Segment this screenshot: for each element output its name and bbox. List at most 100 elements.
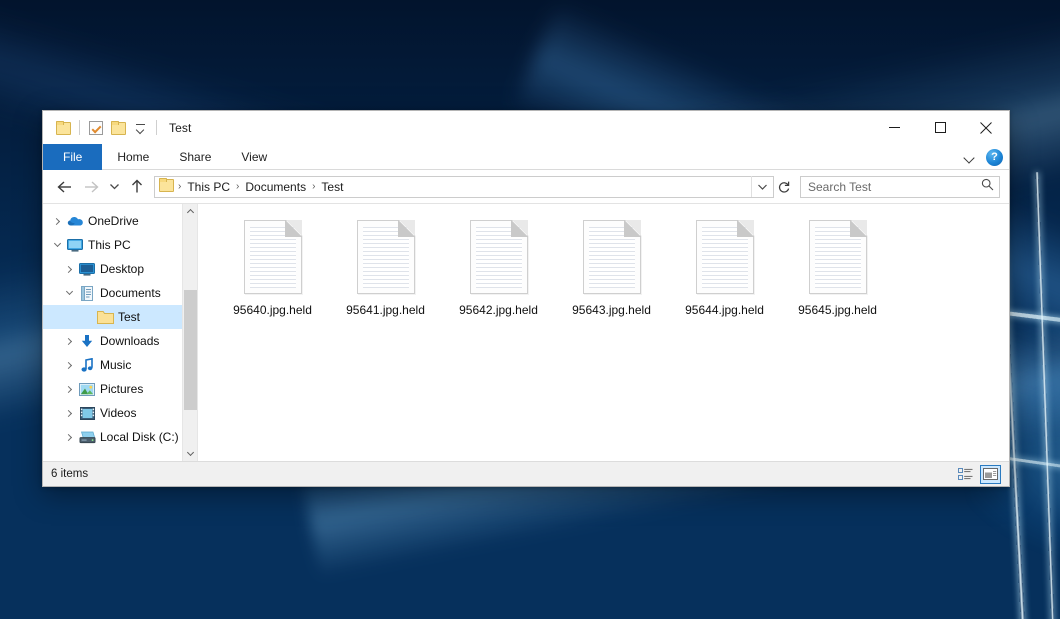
new-folder-icon[interactable] <box>107 117 129 139</box>
sidebar-item-label: Local Disk (C:) <box>100 430 179 444</box>
back-button[interactable] <box>52 174 78 200</box>
file-item[interactable]: 95643.jpg.held <box>555 218 668 317</box>
maximize-button[interactable] <box>917 111 963 144</box>
sidebar-item-documents[interactable]: Documents <box>43 281 197 305</box>
search-input[interactable] <box>808 180 981 194</box>
file-grid: 95640.jpg.held 95641.jpg.held <box>216 218 1009 317</box>
chevron-right-icon[interactable] <box>61 329 77 353</box>
generic-file-icon <box>470 220 528 294</box>
toolbar-separator <box>79 120 80 135</box>
file-explorer-window: Test File Home Share View ? <box>42 110 1010 487</box>
address-dropdown-chevron-down-icon[interactable] <box>751 176 773 197</box>
file-name: 95640.jpg.held <box>233 303 312 317</box>
chevron-right-icon[interactable] <box>61 425 77 449</box>
status-bar: 6 items <box>43 461 1009 486</box>
sidebar-item-label: Pictures <box>100 382 143 396</box>
file-name: 95645.jpg.held <box>798 303 877 317</box>
window-title: Test <box>169 121 191 135</box>
window-controls <box>871 111 1009 144</box>
sidebar-item-pictures[interactable]: Pictures <box>43 377 197 401</box>
documents-icon <box>77 286 97 301</box>
sidebar-item-label: This PC <box>88 238 131 252</box>
breadcrumb-test[interactable]: Test <box>317 180 347 194</box>
monitor-icon <box>65 239 85 252</box>
sidebar-item-local-disk-c[interactable]: Local Disk (C:) <box>43 425 197 449</box>
tab-view[interactable]: View <box>226 144 282 170</box>
sidebar-item-label: Documents <box>100 286 161 300</box>
file-item[interactable]: 95642.jpg.held <box>442 218 555 317</box>
breadcrumb-folder-icon <box>159 178 174 196</box>
large-icons-view-button[interactable] <box>980 465 1001 484</box>
scroll-down-chevron-down-icon[interactable] <box>183 446 198 461</box>
details-view-button[interactable] <box>955 465 976 484</box>
breadcrumb-separator: › <box>234 181 241 192</box>
twisty-placeholder <box>79 305 95 329</box>
navigation-pane: OneDrive This PC <box>43 204 198 461</box>
file-name: 95644.jpg.held <box>685 303 764 317</box>
file-item[interactable]: 95644.jpg.held <box>668 218 781 317</box>
sidebar-item-music[interactable]: Music <box>43 353 197 377</box>
generic-file-icon <box>809 220 867 294</box>
up-button[interactable] <box>124 174 150 200</box>
breadcrumb-documents[interactable]: Documents <box>241 180 310 194</box>
chevron-down-icon[interactable] <box>61 281 77 305</box>
forward-button[interactable] <box>78 174 104 200</box>
sidebar-item-label: OneDrive <box>88 214 139 228</box>
sidebar-item-onedrive[interactable]: OneDrive <box>43 209 197 233</box>
breadcrumb-this-pc[interactable]: This PC <box>183 180 234 194</box>
generic-file-icon <box>696 220 754 294</box>
close-button[interactable] <box>963 111 1009 144</box>
ribbon-tab-bar: File Home Share View ? <box>43 144 1009 170</box>
breadcrumb-separator: › <box>310 181 317 192</box>
explorer-folder-icon[interactable] <box>52 117 74 139</box>
chevron-right-icon[interactable] <box>61 257 77 281</box>
properties-icon[interactable] <box>85 117 107 139</box>
sidebar-item-this-pc[interactable]: This PC <box>43 233 197 257</box>
ribbon-right-controls: ? <box>963 144 1003 170</box>
address-bar-row: › This PC › Documents › Test <box>43 170 1009 203</box>
file-name: 95643.jpg.held <box>572 303 651 317</box>
search-icon[interactable] <box>981 178 994 196</box>
expand-ribbon-chevron-down-icon[interactable] <box>963 151 976 164</box>
sidebar-scrollbar[interactable] <box>182 204 197 461</box>
item-count-label: 6 items <box>51 468 88 480</box>
sidebar-item-downloads[interactable]: Downloads <box>43 329 197 353</box>
chevron-right-icon[interactable] <box>61 401 77 425</box>
sidebar-item-label: Downloads <box>100 334 159 348</box>
search-box[interactable] <box>800 176 1000 198</box>
toolbar-separator <box>156 120 157 135</box>
tab-file[interactable]: File <box>43 144 102 170</box>
chevron-down-icon[interactable] <box>129 117 151 139</box>
recent-locations-chevron-down-icon[interactable] <box>104 174 124 200</box>
scroll-up-chevron-up-icon[interactable] <box>183 204 198 219</box>
download-icon <box>77 334 97 349</box>
file-item[interactable]: 95640.jpg.held <box>216 218 329 317</box>
breadcrumb-separator: › <box>176 181 183 192</box>
chevron-down-icon[interactable] <box>49 233 65 257</box>
cloud-icon <box>65 215 85 227</box>
chevron-right-icon[interactable] <box>61 353 77 377</box>
sidebar-item-label: Music <box>100 358 131 372</box>
folder-icon <box>95 310 115 324</box>
sidebar-item-test[interactable]: Test <box>43 305 197 329</box>
tab-home[interactable]: Home <box>102 144 164 170</box>
desktop-icon <box>77 263 97 276</box>
sidebar-item-videos[interactable]: Videos <box>43 401 197 425</box>
file-item[interactable]: 95645.jpg.held <box>781 218 894 317</box>
scrollbar-thumb[interactable] <box>184 290 197 410</box>
refresh-button[interactable] <box>774 174 794 200</box>
address-bar[interactable]: › This PC › Documents › Test <box>154 176 774 198</box>
tab-share[interactable]: Share <box>164 144 226 170</box>
file-name: 95641.jpg.held <box>346 303 425 317</box>
sidebar-item-label: Desktop <box>100 262 144 276</box>
view-toggle-group <box>955 462 1001 487</box>
chevron-right-icon[interactable] <box>49 209 65 233</box>
file-item[interactable]: 95641.jpg.held <box>329 218 442 317</box>
help-icon[interactable]: ? <box>986 149 1003 166</box>
sidebar-item-desktop[interactable]: Desktop <box>43 257 197 281</box>
minimize-button[interactable] <box>871 111 917 144</box>
file-list-view[interactable]: 95640.jpg.held 95641.jpg.held <box>198 204 1009 461</box>
file-name: 95642.jpg.held <box>459 303 538 317</box>
videos-icon <box>77 407 97 420</box>
chevron-right-icon[interactable] <box>61 377 77 401</box>
